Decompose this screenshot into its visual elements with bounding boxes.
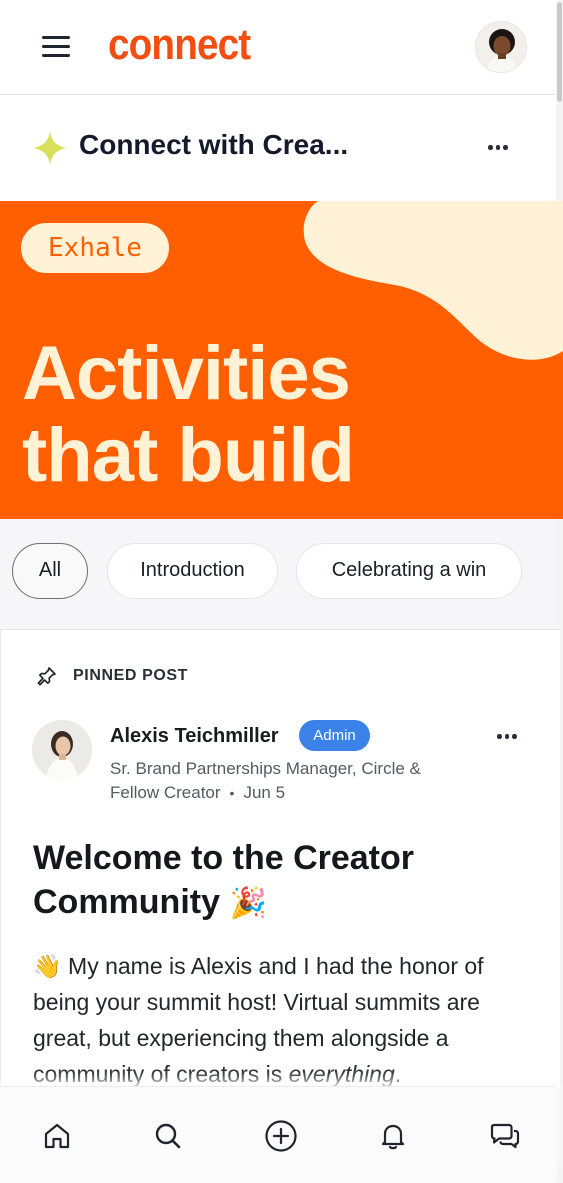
author-meta: Sr. Brand Partnerships Manager, Circle &… — [110, 759, 421, 802]
plus-circle-icon[interactable] — [264, 1119, 298, 1153]
bottom-navigation — [0, 1086, 556, 1183]
post-title[interactable]: Welcome to the Creator Community 🎉 — [33, 836, 503, 926]
post-date: Jun 5 — [243, 783, 286, 802]
app-logo[interactable]: connect — [108, 20, 251, 70]
user-avatar[interactable] — [475, 21, 527, 73]
chat-icon[interactable] — [488, 1121, 522, 1151]
waving-hand-emoji: 👋 — [33, 953, 62, 979]
home-icon[interactable] — [42, 1121, 72, 1151]
menu-icon[interactable] — [38, 32, 74, 60]
bell-icon[interactable] — [378, 1121, 408, 1151]
post-body: 👋 My name is Alexis and I had the honor … — [33, 953, 484, 1087]
sparkle-icon — [33, 131, 67, 165]
top-bar: connect — [0, 0, 556, 95]
pinned-post-card: PINNED POST Alexis Teichmiller Admin Sr.… — [0, 629, 560, 1089]
filter-chip-introduction[interactable]: Introduction — [107, 543, 278, 599]
admin-badge: Admin — [299, 720, 370, 751]
pin-icon — [37, 667, 56, 686]
space-title[interactable]: Connect with Crea... — [79, 129, 348, 161]
filter-chip-all[interactable]: All — [12, 543, 88, 599]
party-popper-emoji: 🎉 — [229, 887, 267, 920]
pinned-indicator: PINNED POST — [37, 666, 188, 686]
search-icon[interactable] — [153, 1121, 183, 1151]
author-name[interactable]: Alexis Teichmiller — [110, 725, 279, 748]
pinned-post-label: PINNED POST — [73, 667, 189, 684]
post-options-button[interactable] — [493, 726, 521, 746]
topic-filter-bar: All Introduction Celebrating a win — [0, 519, 556, 629]
filter-chip-celebrating-a-win[interactable]: Celebrating a win — [296, 543, 522, 599]
cover-banner: Exhale Activities that build — [0, 201, 563, 519]
author-avatar[interactable] — [32, 720, 92, 780]
space-options-button[interactable] — [484, 137, 512, 157]
banner-headline: Activities that build — [22, 331, 355, 498]
banner-tag: Exhale — [21, 223, 169, 273]
